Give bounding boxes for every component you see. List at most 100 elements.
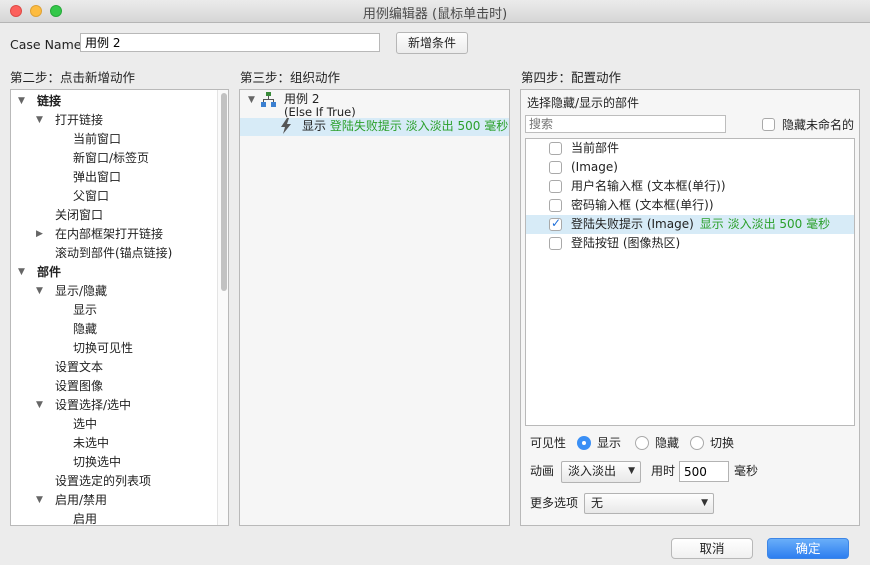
action-tree-item[interactable]: 当前窗口 [11, 130, 217, 149]
action-tree-item[interactable]: 新窗口/标签页 [11, 149, 217, 168]
widget-item[interactable]: (Image) [571, 158, 618, 177]
visibility-hide-label: 隐藏 [655, 436, 680, 450]
visibility-label: 可见性 [530, 436, 567, 450]
action-tree-label: 链接 [37, 94, 62, 108]
action-tree-item[interactable]: 滚动到部件(锚点链接) [11, 244, 217, 263]
action-tree-label: 设置选定的列表项 [55, 474, 152, 488]
action-tree-item[interactable]: ▼ 显示/隐藏 [11, 282, 217, 301]
organize-actions-panel: ▼ 用例 2 (Else If True) 显示 登陆失败提示 淡入淡出 500… [239, 89, 510, 526]
widget-item[interactable]: 登陆按钮 (图像热区) [571, 234, 680, 253]
action-tree-label: 隐藏 [73, 322, 98, 336]
expand-down-icon[interactable]: ▼ [36, 111, 43, 130]
action-tree-item[interactable]: 关闭窗口 [11, 206, 217, 225]
action-tree-item[interactable]: ▼ 打开链接 [11, 111, 217, 130]
action-tree-label: 打开链接 [55, 113, 104, 127]
action-tree-label: 新窗口/标签页 [73, 151, 150, 165]
action-tree-item[interactable]: 选中 [11, 415, 217, 434]
action-label: 显示 登陆失败提示 淡入淡出 500 毫秒 [302, 117, 508, 136]
widget-item[interactable]: 登陆失败提示 (Image) 显示 淡入淡出 500 毫秒 [571, 215, 830, 234]
add-condition-button[interactable]: 新增条件 [396, 32, 468, 54]
ok-button[interactable]: 确定 [767, 538, 849, 559]
action-tree-item[interactable]: 显示 [11, 301, 217, 320]
action-tree-item[interactable]: ▼ 启用/禁用 [11, 491, 217, 510]
action-tree-item[interactable]: 设置文本 [11, 358, 217, 377]
action-tree-item[interactable]: 设置选定的列表项 [11, 472, 217, 491]
action-tree-item[interactable]: 隐藏 [11, 320, 217, 339]
action-tree-label: 切换选中 [73, 455, 122, 469]
expand-down-icon[interactable]: ▼ [36, 396, 43, 415]
action-tree-label: 显示 [73, 303, 98, 317]
more-options-select[interactable]: 无 ▼ [584, 493, 714, 514]
action-tree-item[interactable]: 弹出窗口 [11, 168, 217, 187]
lightning-icon [281, 118, 291, 134]
widget-label: (Image) [571, 160, 618, 174]
action-tree-item[interactable]: ▼ 设置选择/选中 [11, 396, 217, 415]
widget-label: 密码输入框 (文本框(单行)) [571, 198, 714, 212]
action-tree-item[interactable]: 父窗口 [11, 187, 217, 206]
widget-checkbox[interactable] [549, 142, 562, 155]
action-tree-item[interactable]: 未选中 [11, 434, 217, 453]
action-tree-item[interactable]: ▼ 部件 [11, 263, 217, 282]
widget-action-detail: 显示 淡入淡出 500 毫秒 [699, 217, 831, 231]
action-tree-label: 设置文本 [55, 360, 104, 374]
action-tree-item[interactable]: 切换选中 [11, 453, 217, 472]
animation-value: 淡入淡出 [568, 464, 617, 478]
step3-title: 第三步：组织动作 [240, 70, 341, 85]
widget-label: 登陆失败提示 (Image) [571, 217, 694, 231]
hide-unnamed-checkbox[interactable] [762, 118, 775, 131]
action-tree-item[interactable]: ▶ 在内部框架打开链接 [11, 225, 217, 244]
visibility-toggle-radio[interactable] [690, 436, 704, 450]
visibility-hide-radio[interactable] [635, 436, 649, 450]
action-tree-item[interactable]: 设置图像 [11, 377, 217, 396]
duration-input[interactable] [679, 461, 729, 482]
widget-checkbox[interactable] [549, 237, 562, 250]
action-tree-label: 启用/禁用 [55, 493, 108, 507]
action-tree-item[interactable]: 切换可见性 [11, 339, 217, 358]
widget-item[interactable]: 密码输入框 (文本框(单行)) [571, 196, 714, 215]
action-tree-label: 关闭窗口 [55, 208, 104, 222]
action-tree-scrollbar[interactable] [217, 90, 228, 525]
duration-unit: 毫秒 [734, 464, 759, 478]
action-tree-label: 显示/隐藏 [55, 284, 108, 298]
cancel-button[interactable]: 取消 [671, 538, 753, 559]
visibility-show-radio[interactable] [577, 436, 591, 450]
expand-right-icon[interactable]: ▶ [36, 225, 43, 244]
action-detail: 登陆失败提示 淡入淡出 500 毫秒 [329, 119, 509, 133]
action-tree-label: 父窗口 [73, 189, 110, 203]
animation-select[interactable]: 淡入淡出 ▼ [561, 461, 641, 483]
action-tree-panel: ▼ 链接 ▼ 打开链接当前窗口新窗口/标签页弹出窗口父窗口关闭窗口 ▶ 在内部框架打开链接… [10, 89, 229, 526]
widget-checkbox[interactable] [549, 216, 562, 231]
visibility-show-label: 显示 [597, 436, 622, 450]
expand-down-icon[interactable]: ▼ [36, 491, 43, 510]
action-tree-label: 当前窗口 [73, 132, 122, 146]
widget-label: 登陆按钮 (图像热区) [571, 236, 681, 250]
widget-checkbox[interactable] [549, 199, 562, 212]
window-title: 用例编辑器 (鼠标单击时) [362, 7, 508, 22]
case-expand-icon[interactable]: ▼ [248, 95, 255, 105]
widget-item[interactable]: 用户名输入框 (文本框(单行)) [571, 177, 726, 196]
action-tree-label: 设置图像 [55, 379, 104, 393]
scrollbar-thumb[interactable] [221, 93, 227, 291]
action-tree-item[interactable]: ▼ 链接 [11, 92, 217, 111]
expand-down-icon[interactable]: ▼ [18, 92, 25, 111]
step4-title: 第四步：配置动作 [521, 70, 622, 85]
action-tree-label: 启用 [73, 512, 98, 526]
visibility-toggle-label: 切换 [710, 436, 735, 450]
case-name-input[interactable] [80, 33, 380, 52]
action-tree-label: 在内部框架打开链接 [55, 227, 164, 241]
widget-checkbox[interactable] [549, 180, 562, 193]
dropdown-arrow-icon: ▼ [628, 466, 635, 476]
expand-down-icon[interactable]: ▼ [18, 263, 25, 282]
action-tree-label: 选中 [73, 417, 98, 431]
widget-label: 当前部件 [571, 141, 620, 155]
widget-item[interactable]: 当前部件 [571, 139, 619, 158]
expand-down-icon[interactable]: ▼ [36, 282, 43, 301]
more-options-value: 无 [591, 496, 604, 510]
action-tree-item[interactable]: 启用 [11, 510, 217, 526]
widget-search-input[interactable] [525, 115, 726, 133]
action-tree-label: 切换可见性 [73, 341, 134, 355]
animation-label: 动画 [530, 464, 555, 478]
widget-checkbox[interactable] [549, 161, 562, 174]
case-flow-icon [261, 92, 276, 107]
hide-unnamed-label: 隐藏未命名的 [782, 118, 855, 132]
